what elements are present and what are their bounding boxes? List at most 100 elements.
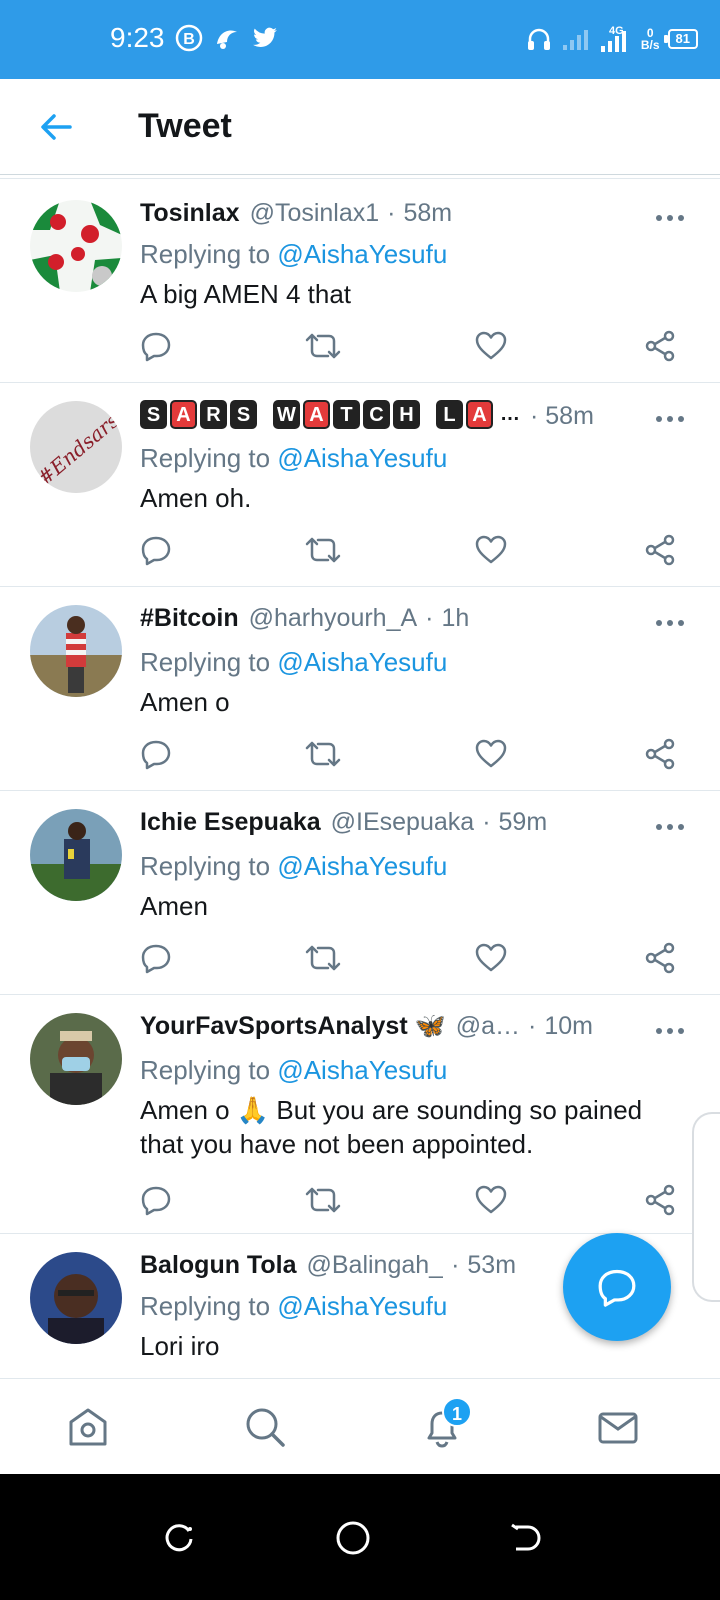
user-handle[interactable]: @Balingah_: [306, 1251, 443, 1280]
home-circle-icon[interactable]: [333, 1518, 373, 1558]
back-gesture-icon[interactable]: [505, 1518, 545, 1558]
back-arrow-icon[interactable]: [36, 107, 76, 147]
retweet-icon[interactable]: [303, 734, 343, 774]
avatar[interactable]: [30, 1252, 122, 1344]
twitter-bird-icon: [251, 25, 279, 51]
avatar[interactable]: [30, 1013, 122, 1105]
tweet-actions: [140, 734, 685, 774]
more-options-icon[interactable]: [652, 1016, 688, 1046]
home-icon[interactable]: [64, 1403, 112, 1451]
replying-to: Replying to @AishaYesufu: [140, 443, 447, 474]
display-name[interactable]: Balogun Tola: [140, 1251, 296, 1280]
share-icon[interactable]: [640, 326, 680, 366]
user-handle[interactable]: @IEsepuaka: [331, 808, 475, 837]
network-speed: 0 B/s: [641, 27, 660, 51]
separator-dot: ·: [451, 1251, 460, 1279]
page-title: Tweet: [138, 107, 232, 145]
more-options-icon[interactable]: [652, 812, 688, 842]
reply-icon[interactable]: [136, 1180, 176, 1220]
tweet-time: 58m: [545, 402, 594, 430]
replying-to-label: Replying to: [140, 851, 278, 881]
display-name[interactable]: Ichie Esepuaka: [140, 808, 321, 837]
more-options-icon[interactable]: [652, 608, 688, 638]
signal-4g-icon: 4G: [599, 24, 633, 54]
mention-link[interactable]: @AishaYesufu: [277, 1055, 447, 1085]
status-bar: 9:23 B 4G 0 B/s 81: [0, 0, 720, 79]
like-heart-icon[interactable]: [471, 1180, 511, 1220]
share-icon[interactable]: [640, 1180, 680, 1220]
like-heart-icon[interactable]: [471, 530, 511, 570]
separator-dot: ·: [387, 199, 396, 227]
avatar[interactable]: [30, 200, 122, 292]
tweet-item[interactable]: Ichie Esepuaka @IEsepuaka · 59m Replying…: [0, 792, 720, 995]
tweet-text: Amen o: [140, 687, 230, 717]
mention-link[interactable]: @AishaYesufu: [277, 1291, 447, 1321]
tweet-item[interactable]: #Endsars SARS WATCH LA … · 58m Replying …: [0, 384, 720, 587]
reply-icon[interactable]: [136, 326, 176, 366]
more-options-icon[interactable]: [652, 203, 688, 233]
user-handle[interactable]: @a…: [456, 1012, 520, 1041]
avatar[interactable]: [30, 809, 122, 901]
app-header: Tweet: [0, 79, 720, 175]
reply-icon[interactable]: [136, 938, 176, 978]
tweet-time: 53m: [467, 1251, 517, 1279]
tweet-time: 58m: [403, 199, 453, 227]
like-heart-icon[interactable]: [471, 734, 511, 774]
more-options-icon[interactable]: [652, 404, 688, 434]
replying-to: Replying to @AishaYesufu: [140, 1291, 447, 1322]
like-heart-icon[interactable]: [471, 326, 511, 366]
search-icon[interactable]: [241, 1403, 289, 1451]
tweet-actions: [140, 1180, 685, 1220]
svg-text:4G: 4G: [609, 25, 624, 37]
display-name[interactable]: YourFavSportsAnalyst 🦋: [140, 1012, 446, 1041]
notifications-badge: 1: [442, 1397, 472, 1427]
tweet-item[interactable]: #Bitcoin @harhyourh_A · 1h Replying to @…: [0, 588, 720, 791]
replying-to: Replying to @AishaYesufu: [140, 1055, 447, 1086]
messages-mail-icon[interactable]: [594, 1403, 642, 1451]
mention-link[interactable]: @AishaYesufu: [277, 647, 447, 677]
tweet-meta: · 58m: [530, 402, 594, 431]
display-name[interactable]: SARS WATCH LA …: [140, 400, 520, 429]
retweet-icon[interactable]: [303, 326, 343, 366]
replying-to-label: Replying to: [140, 1055, 278, 1085]
mention-link[interactable]: @AishaYesufu: [277, 851, 447, 881]
replying-to-label: Replying to: [140, 647, 278, 677]
system-navigation-bar: [0, 1474, 720, 1600]
tweet-text: Amen o 🙏 But you are sounding so pained …: [140, 1095, 643, 1159]
replying-to-label: Replying to: [140, 443, 278, 473]
share-icon[interactable]: [640, 734, 680, 774]
display-name[interactable]: #Bitcoin: [140, 604, 239, 633]
separator-dot: ·: [528, 1012, 537, 1040]
reply-icon[interactable]: [136, 530, 176, 570]
separator-dot: ·: [482, 808, 491, 836]
user-handle[interactable]: @harhyourh_A: [249, 604, 418, 633]
edge-panel-handle[interactable]: [692, 1112, 720, 1302]
retweet-icon[interactable]: [303, 1180, 343, 1220]
retweet-icon[interactable]: [303, 530, 343, 570]
display-name[interactable]: Tosinlax: [140, 199, 240, 228]
tweet-item[interactable]: YourFavSportsAnalyst 🦋 @a… · 10m Replyin…: [0, 996, 720, 1234]
separator-dot: ·: [425, 604, 434, 632]
signal-weak-icon: [561, 27, 591, 51]
recent-apps-icon[interactable]: [160, 1518, 200, 1558]
avatar[interactable]: [30, 605, 122, 697]
reply-feed[interactable]: Tosinlax @Tosinlax1 · 58m Replying to @A…: [0, 183, 720, 1405]
app-notification-icon: [213, 24, 241, 52]
share-icon[interactable]: [640, 938, 680, 978]
replying-to: Replying to @AishaYesufu: [140, 647, 447, 678]
tweet-time: 1h: [441, 604, 470, 632]
mention-link[interactable]: @AishaYesufu: [277, 443, 447, 473]
user-handle[interactable]: @Tosinlax1: [250, 199, 380, 228]
svg-text:B: B: [183, 31, 195, 48]
reply-icon[interactable]: [136, 734, 176, 774]
mention-link[interactable]: @AishaYesufu: [277, 239, 447, 269]
tweet-item[interactable]: Tosinlax @Tosinlax1 · 58m Replying to @A…: [0, 183, 720, 383]
like-heart-icon[interactable]: [471, 938, 511, 978]
separator-dot: ·: [530, 402, 539, 430]
header-divider: [0, 175, 720, 179]
compose-reply-button[interactable]: [563, 1233, 671, 1341]
share-icon[interactable]: [640, 530, 680, 570]
compose-reply-icon: [598, 1269, 636, 1307]
avatar[interactable]: #Endsars: [30, 401, 122, 493]
retweet-icon[interactable]: [303, 938, 343, 978]
